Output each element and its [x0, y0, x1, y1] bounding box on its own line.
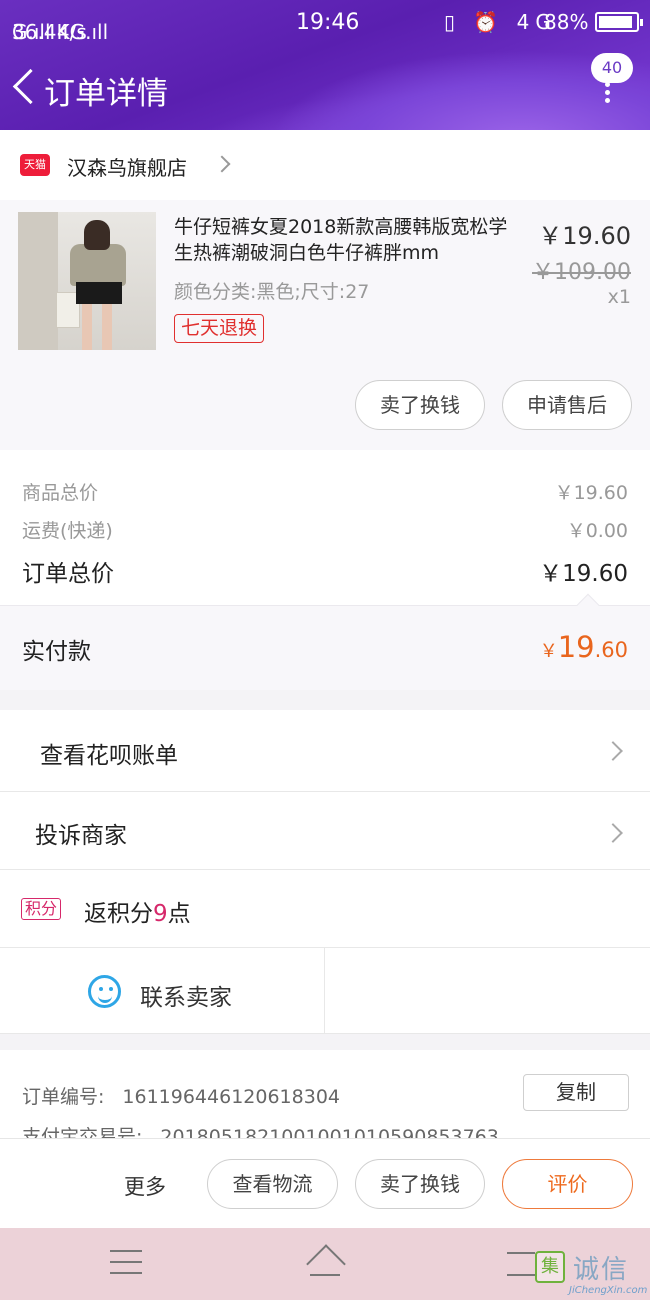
product-quantity: x1 — [607, 286, 631, 308]
order-info: 订单编号: 161196446120618304 复制 支付宝交易号: 201805… — [0, 1050, 650, 1140]
watermark-text: 诚信 — [573, 1255, 630, 1285]
more-button[interactable]: 更多 — [124, 1171, 166, 1201]
page-title: 订单详情 — [44, 76, 168, 112]
goods-total-value: ￥19.60 — [554, 482, 628, 504]
points-badge: 积分 — [21, 898, 62, 920]
contact-seller-button[interactable]: 联系卖家 — [0, 948, 325, 1034]
huabei-label: 查看花呗账单 — [40, 743, 178, 769]
status-bar: G.ıll 4G.ıll 36.4K/s 19:46 ▯ ⏰ 4G 88% — [0, 0, 650, 44]
paid-amount: ￥19.60 — [539, 630, 628, 664]
store-row[interactable]: 天猫 汉森鸟旗舰店 — [0, 130, 650, 200]
sell-button[interactable]: 卖了换钱 — [355, 380, 485, 430]
copy-button[interactable]: 复制 — [523, 1074, 629, 1111]
battery-icon — [595, 12, 643, 32]
menu-icon[interactable] — [110, 1250, 142, 1276]
chevron-right-icon — [603, 741, 623, 761]
points-text: 返积分9点 — [84, 901, 191, 927]
product-price: ￥19.60 — [538, 222, 631, 250]
shipping-label: 运费(快递) — [22, 520, 113, 542]
paid-amount-row: 实付款 ￥19.60 — [0, 593, 650, 690]
product-sku: 颜色分类:黑色;尺寸:27 — [174, 281, 370, 303]
watermark-url: JiChengXin.com — [569, 1285, 648, 1296]
chevron-right-icon — [213, 155, 231, 173]
order-total-label: 订单总价 — [22, 561, 114, 587]
battery-percent: 88% — [544, 10, 589, 34]
complain-label: 投诉商家 — [35, 823, 127, 849]
contact-row: 联系卖家 — [0, 948, 650, 1034]
watermark-logo: 集 — [535, 1251, 565, 1283]
chat-smile-icon — [88, 975, 121, 1008]
more-options-icon[interactable] — [600, 82, 614, 104]
message-count-badge[interactable]: 40 — [591, 53, 633, 83]
tmall-icon: 天猫 — [20, 154, 50, 176]
home-icon[interactable] — [303, 1244, 347, 1282]
view-logistics-button[interactable]: 查看物流 — [207, 1159, 338, 1209]
app-header: G.ıll 4G.ıll 36.4K/s 19:46 ▯ ⏰ 4G 88% 订单… — [0, 0, 650, 130]
order-number-label: 订单编号: — [22, 1086, 105, 1108]
return-policy-badge: 七天退换 — [174, 314, 265, 343]
price-summary: 商品总价 ￥19.60 运费(快递) ￥0.00 订单总价 ￥19.60 — [0, 450, 650, 605]
sell-button-bottom[interactable]: 卖了换钱 — [355, 1159, 485, 1209]
points-row: 积分 返积分9点 — [0, 870, 650, 948]
paid-label: 实付款 — [22, 639, 91, 665]
product-title[interactable]: 牛仔短裤女夏2018新款高腰韩版宽松学生热裤潮破洞白色牛仔裤胖mm — [174, 214, 522, 266]
status-icons: ▯ ⏰ 4G — [444, 10, 557, 34]
contact-seller-label: 联系卖家 — [140, 985, 232, 1011]
status-time: 19:46 — [296, 10, 360, 35]
order-number-value: 161196446120618304 — [122, 1086, 340, 1108]
back-button[interactable] — [10, 66, 40, 106]
store-name[interactable]: 汉森鸟旗舰店 — [67, 152, 187, 181]
goods-total-label: 商品总价 — [22, 482, 99, 504]
product-original-price: ￥109.00 — [532, 260, 631, 285]
order-number-row: 订单编号: 161196446120618304 — [22, 1082, 340, 1109]
view-huabei-bill-row[interactable]: 查看花呗账单 — [0, 710, 650, 792]
complain-merchant-row[interactable]: 投诉商家 — [0, 792, 650, 870]
product-card: 牛仔短裤女夏2018新款高腰韩版宽松学生热裤潮破洞白色牛仔裤胖mm 颜色分类:黑… — [0, 200, 650, 450]
chevron-right-icon — [603, 823, 623, 843]
review-button[interactable]: 评价 — [502, 1159, 633, 1209]
after-sale-button[interactable]: 申请售后 — [502, 380, 632, 430]
shipping-value: ￥0.00 — [566, 520, 628, 542]
watermark: 集 诚信 JiChengXin.com — [535, 1247, 650, 1300]
order-total-value: ￥19.60 — [539, 561, 628, 587]
bottom-action-bar: 更多 查看物流 卖了换钱 评价 — [0, 1138, 650, 1228]
product-image[interactable] — [18, 212, 156, 350]
